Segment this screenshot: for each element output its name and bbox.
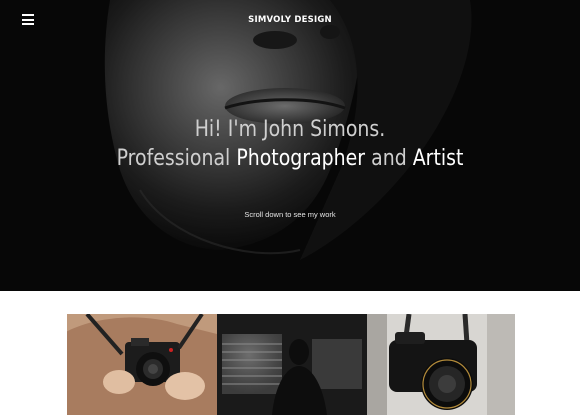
hero-headline: Hi! I'm John Simons. Professional Photog… [41,115,540,173]
headline-line2-part2: and [365,146,413,171]
woman-holding-camera-photo[interactable] [67,314,217,415]
scroll-hint: Scroll down to see my work [244,210,336,219]
headline-line1: Hi! I'm John Simons. [194,117,386,142]
hero-section: SIMVOLY DESIGN Hi! I'm John Simons. Prof… [0,0,580,291]
site-brand[interactable]: SIMVOLY DESIGN [0,15,580,25]
photo-gallery [67,314,515,415]
headline-highlight-photographer: Photographer [236,146,366,171]
headline-line2-part1: Professional [116,146,237,171]
silhouette-at-window-photo[interactable] [217,314,367,415]
headline-highlight-artist: Artist [412,146,464,171]
dslr-camera-on-strap-photo[interactable] [367,314,515,415]
